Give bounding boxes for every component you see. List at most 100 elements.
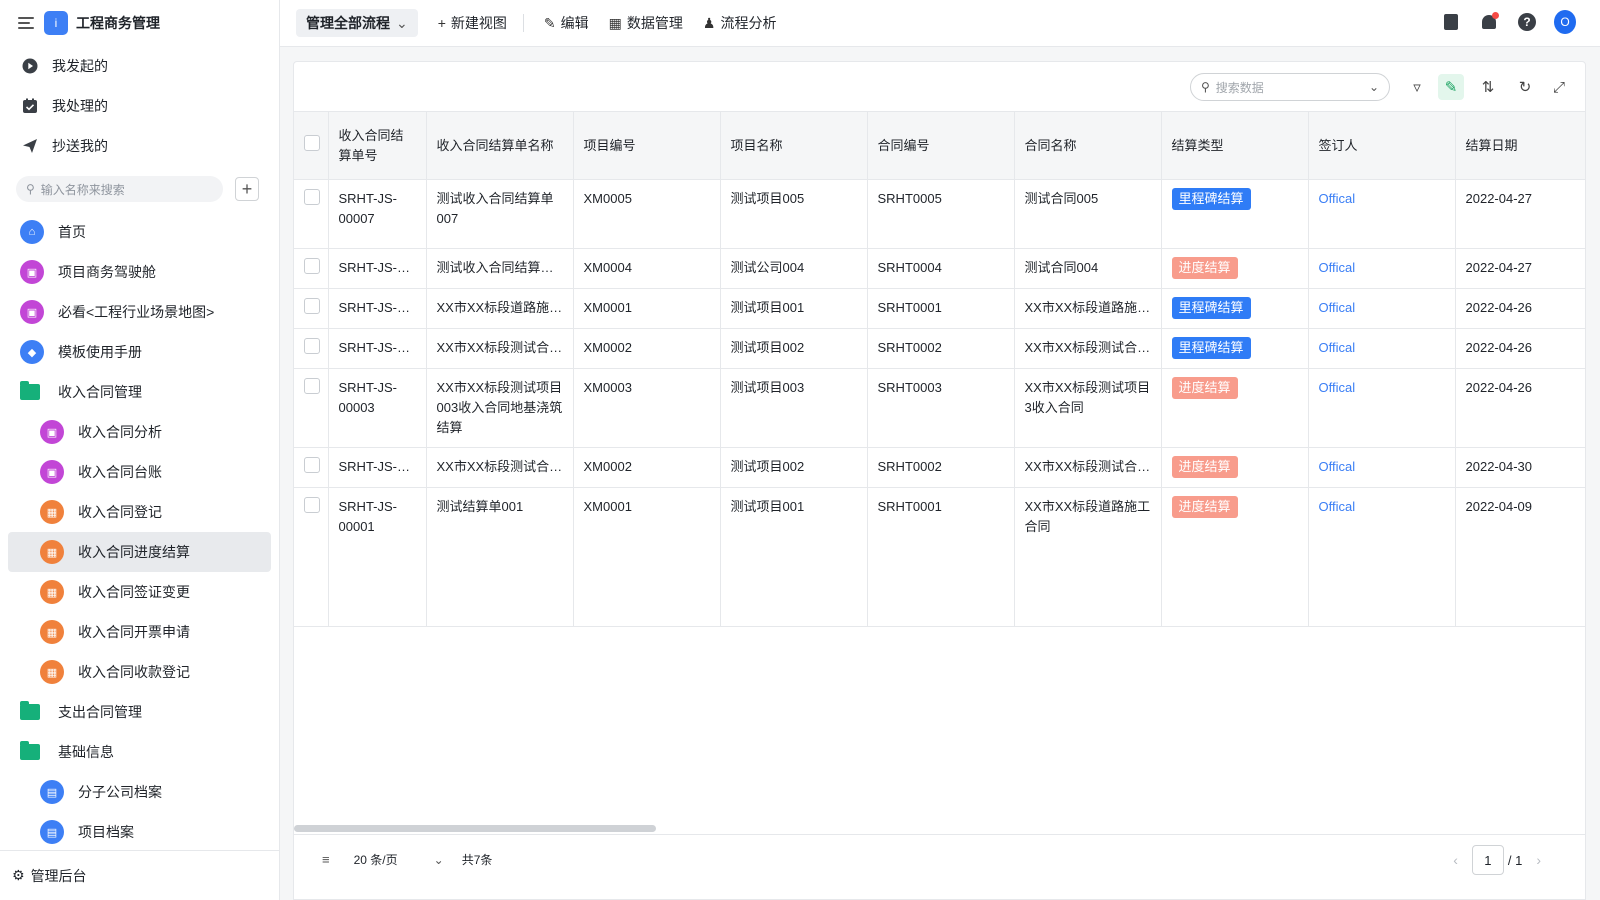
quick-item-cc[interactable]: 抄送我的: [0, 126, 279, 166]
nav-item-manual[interactable]: ◆ 模板使用手册: [0, 332, 279, 372]
nav-item-branch-archive[interactable]: ▤ 分子公司档案: [0, 772, 279, 812]
document-icon: ▤: [40, 780, 64, 804]
row-checkbox[interactable]: [304, 457, 320, 473]
row-checkbox[interactable]: [304, 258, 320, 274]
row-checkbox[interactable]: [304, 497, 320, 513]
form-icon: ▦: [40, 620, 64, 644]
cell-project-name: 测试公司004: [720, 248, 868, 289]
admin-link[interactable]: ⚙ 管理后台: [0, 850, 279, 900]
dashboard-icon: ▣: [40, 420, 64, 444]
column-header[interactable]: 合同编号: [867, 111, 1015, 180]
column-header[interactable]: 结算日期: [1455, 111, 1585, 180]
nav-item-home[interactable]: ⌂ 首页: [0, 212, 279, 252]
row-density-icon[interactable]: ≡: [322, 852, 330, 867]
table-row[interactable]: SRHT-JS-00001 测试结算单001 XM0001 测试项目001 SR…: [294, 487, 1585, 627]
signer-link[interactable]: Offical: [1319, 499, 1356, 514]
column-header[interactable]: 收入合同结算单名称: [426, 111, 574, 180]
refresh-icon[interactable]: ↻: [1512, 74, 1538, 100]
nav-item-income-ledger[interactable]: ▣ 收入合同台账: [0, 452, 279, 492]
nav-item-income-invoice[interactable]: ▦ 收入合同开票申请: [0, 612, 279, 652]
dashboard-icon: ▣: [20, 300, 44, 324]
cell-project-no: XM0001: [573, 487, 721, 627]
next-page-icon[interactable]: ›: [1536, 852, 1541, 868]
column-header[interactable]: 收入合同结算单号: [328, 111, 427, 180]
select-all-checkbox[interactable]: [304, 134, 320, 151]
quick-item-initiated[interactable]: 我发起的: [0, 46, 279, 86]
menu-icon[interactable]: [18, 17, 34, 29]
add-button[interactable]: +: [235, 177, 259, 201]
nav-item-income-register[interactable]: ▦ 收入合同登记: [0, 492, 279, 532]
signer-link[interactable]: Offical: [1319, 300, 1356, 315]
table-row[interactable]: SRHT-JS-00007 测试收入合同结算单007 XM0005 测试项目00…: [294, 179, 1585, 249]
row-checkbox[interactable]: [304, 338, 320, 354]
admin-label: 管理后台: [30, 867, 87, 884]
nav-item-income-receipt[interactable]: ▦ 收入合同收款登记: [0, 652, 279, 692]
table-row[interactable]: SRHT-JS-00003 XX市XX标段测试项目003收入合同地基浇筑结算 X…: [294, 368, 1585, 448]
cell-settlement-no: SRHT-JS-00007: [328, 179, 427, 249]
sort-icon[interactable]: ⇅: [1475, 74, 1501, 100]
horizontal-scrollbar[interactable]: [294, 825, 656, 832]
column-header[interactable]: 项目编号: [573, 111, 721, 180]
nav-item-income-visa-change[interactable]: ▦ 收入合同签证变更: [0, 572, 279, 612]
nav-item-income-analysis[interactable]: ▣ 收入合同分析: [0, 412, 279, 452]
column-header[interactable]: 合同名称: [1014, 111, 1162, 180]
cell-project-no: XM0001: [573, 288, 721, 329]
quick-item-handled[interactable]: 我处理的: [0, 86, 279, 126]
signer-link[interactable]: Offical: [1319, 260, 1356, 275]
cell-project-name: 测试项目002: [720, 328, 868, 369]
new-view-button[interactable]: + 新建视图: [438, 13, 507, 33]
signer-link[interactable]: Offical: [1319, 191, 1356, 206]
quick-item-label: 我发起的: [52, 58, 108, 74]
fullscreen-icon[interactable]: ⤢: [1546, 74, 1572, 100]
table-row[interactable]: SRHT-JS-0… XX市XX标段测试合… XM0002 测试项目002 SR…: [294, 447, 1585, 488]
search-data-placeholder: 搜索数据: [1215, 80, 1264, 95]
nav-folder-income-contract[interactable]: 收入合同管理: [0, 372, 279, 412]
flow-analysis-button[interactable]: ♟ 流程分析: [703, 13, 777, 33]
row-checkbox[interactable]: [304, 378, 320, 394]
table-row[interactable]: SRHT-JS-0… 测试收入合同结算… XM0004 测试公司004 SRHT…: [294, 248, 1585, 289]
cell-contract-no: SRHT0002: [867, 328, 1015, 369]
row-checkbox[interactable]: [304, 189, 320, 205]
column-header[interactable]: 签订人: [1308, 111, 1456, 180]
nav-item-label: 基础信息: [58, 744, 114, 760]
nav-folder-expense-contract[interactable]: 支出合同管理: [0, 692, 279, 732]
signer-link[interactable]: Offical: [1319, 380, 1356, 395]
cell-contract-no: SRHT0003: [867, 368, 1015, 448]
signer-link[interactable]: Offical: [1319, 340, 1356, 355]
view-select[interactable]: 管理全部流程 ⌄: [296, 9, 418, 37]
filter-icon[interactable]: ▿: [1404, 74, 1430, 100]
nav-item-project-archive[interactable]: ▤ 项目档案: [0, 812, 279, 852]
row-checkbox[interactable]: [304, 298, 320, 314]
cell-contract-name: 测试合同004: [1014, 248, 1162, 289]
user-avatar[interactable]: O: [1554, 10, 1576, 34]
column-header[interactable]: 项目名称: [720, 111, 868, 180]
prev-page-icon[interactable]: ‹: [1453, 852, 1458, 868]
nav-item-cockpit[interactable]: ▣ 项目商务驾驶舱: [0, 252, 279, 292]
cell-project-no: XM0004: [573, 248, 721, 289]
table-row[interactable]: SRHT-JS-0… XX市XX标段道路施… XM0001 测试项目001 SR…: [294, 288, 1585, 329]
edit-button[interactable]: ✎ 编辑: [544, 13, 589, 33]
sidebar: i 工程商务管理 我发起的 我处理的 抄送我的 ⚲ 输入名称来搜索 + ⌂ 首页 …: [0, 0, 280, 900]
settlement-type-tag: 进度结算: [1171, 257, 1238, 279]
table-row[interactable]: SRHT-JS-0… XX市XX标段测试合… XM0002 测试项目002 SR…: [294, 328, 1585, 369]
search-data-input[interactable]: ⚲ 搜索数据 ⌄: [1190, 73, 1390, 101]
help-icon[interactable]: ?: [1516, 11, 1538, 33]
column-header[interactable]: 结算类型: [1161, 111, 1309, 180]
page-size-select[interactable]: 20 条/页: [354, 851, 398, 868]
cell-project-name: 测试项目001: [720, 487, 868, 627]
chevron-down-icon[interactable]: ⌄: [434, 853, 444, 867]
row-select-cell: [294, 288, 329, 329]
page-input[interactable]: 1: [1471, 845, 1504, 875]
nav-item-scene-map[interactable]: ▣ 必看<工程行业场景地图>: [0, 292, 279, 332]
nav-item-label: 收入合同登记: [78, 504, 162, 520]
book-icon[interactable]: [1440, 11, 1462, 33]
signer-link[interactable]: Offical: [1319, 459, 1356, 474]
dashboard-icon: ▣: [40, 460, 64, 484]
bell-icon[interactable]: [1478, 11, 1500, 33]
view-mode-icon[interactable]: ✎: [1438, 74, 1464, 100]
data-manage-button[interactable]: ▦ 数据管理: [609, 13, 683, 33]
sidebar-search-input[interactable]: ⚲ 输入名称来搜索: [16, 176, 223, 202]
nav-folder-basic-info[interactable]: 基础信息: [0, 732, 279, 772]
nav-item-income-progress-settlement[interactable]: ▦ 收入合同进度结算: [8, 532, 271, 572]
folder-icon: [20, 701, 40, 720]
